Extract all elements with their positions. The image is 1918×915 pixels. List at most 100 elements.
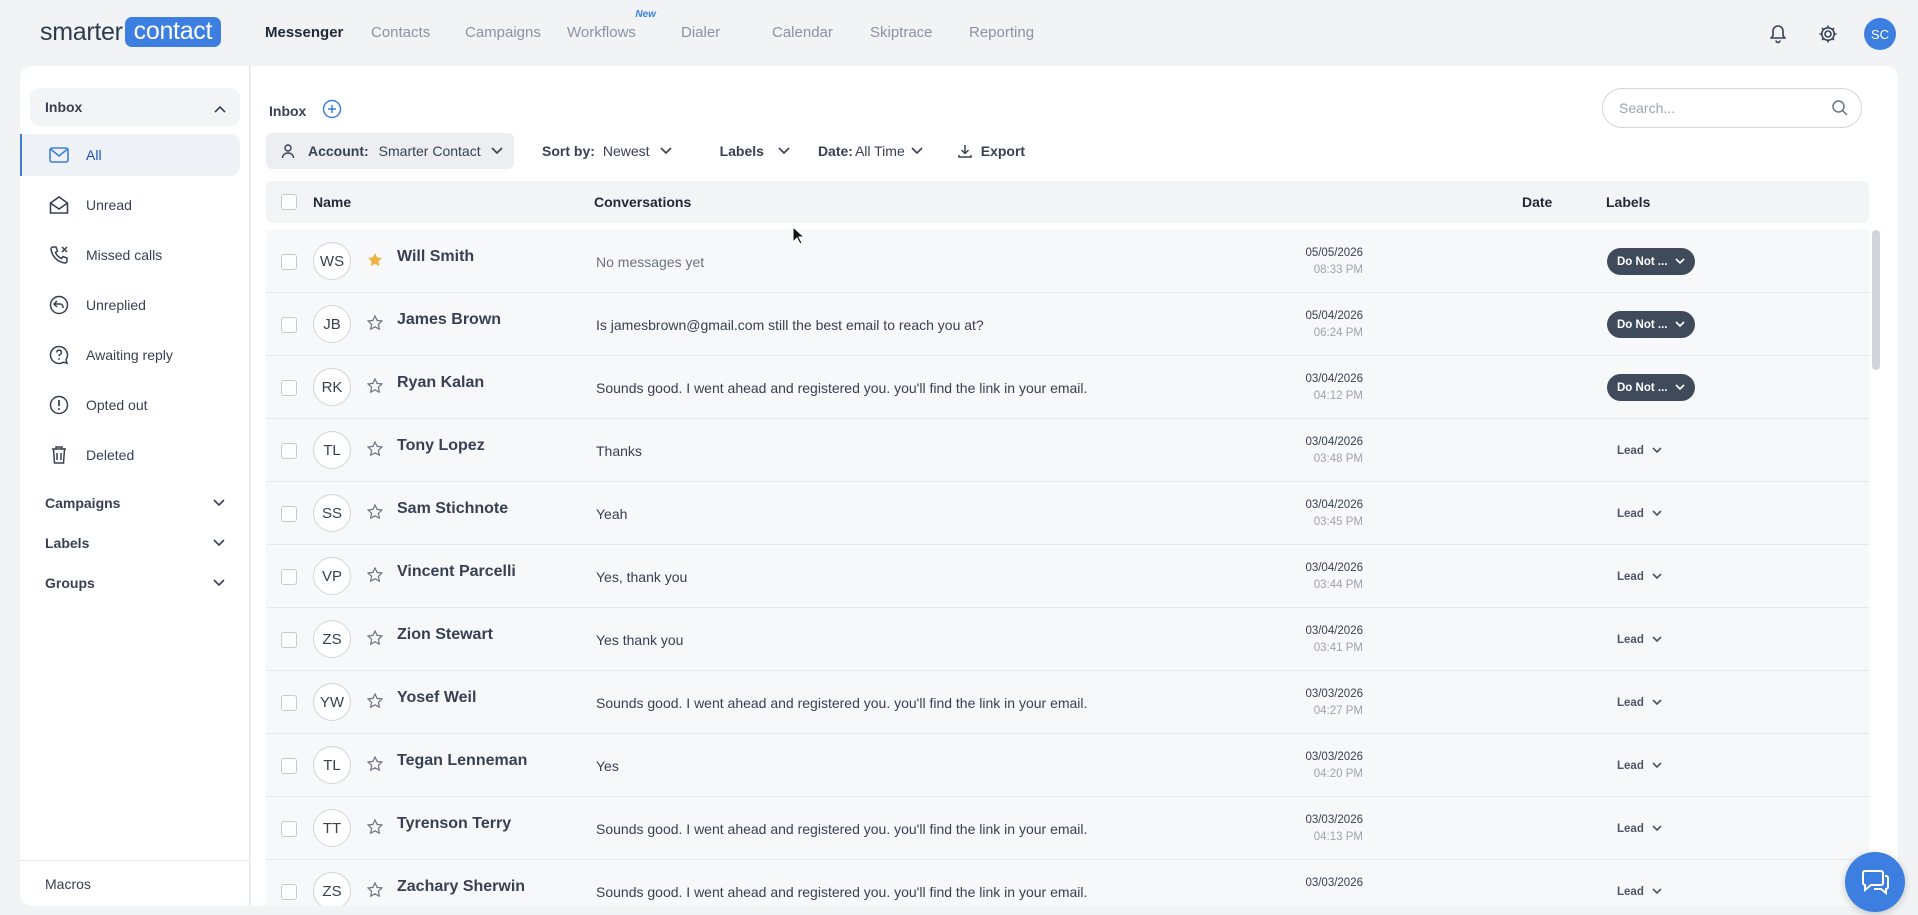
row-checkbox[interactable] <box>281 695 297 711</box>
label-dropdown[interactable]: Do Not ... <box>1607 374 1696 401</box>
contact-name[interactable]: Sam Stichnote <box>397 500 508 518</box>
label-dropdown[interactable]: Do Not ... <box>1607 248 1696 275</box>
star-icon[interactable] <box>366 566 384 588</box>
row-checkbox[interactable] <box>281 380 297 396</box>
table-row[interactable]: TL Tony Lopez Thanks 03/04/2026 03:48 PM Lead <box>266 419 1869 482</box>
contact-name[interactable]: Ryan Kalan <box>397 374 484 392</box>
table-row[interactable]: TT Tyrenson Terry Sounds good. I went ahea… <box>266 797 1869 860</box>
sidebar-item-deleted[interactable]: Deleted <box>20 434 240 476</box>
star-icon[interactable] <box>366 629 384 651</box>
label-dropdown[interactable]: Lead <box>1607 689 1672 716</box>
bell-icon[interactable] <box>1764 20 1792 48</box>
sidebar-item-unread[interactable]: Unread <box>20 184 240 226</box>
sidebar-section-campaigns[interactable]: Campaigns <box>45 495 225 511</box>
table-row[interactable]: YW Yosef Weil Sounds good. I went ahead an… <box>266 671 1869 734</box>
nav-workflows[interactable]: Workflows New <box>567 9 656 41</box>
macros-link[interactable]: Macros <box>20 860 249 906</box>
message-date: 03/04/2026 03:48 PM <box>1266 434 1363 468</box>
table-row[interactable]: ZS Zachary Sherwin Sounds good. I went ahe… <box>266 860 1869 906</box>
star-icon[interactable] <box>366 440 384 462</box>
nav-messenger[interactable]: Messenger <box>265 24 343 41</box>
nav-skiptrace[interactable]: Skiptrace <box>870 24 933 41</box>
row-checkbox[interactable] <box>281 317 297 333</box>
sidebar-section-labels[interactable]: Labels <box>45 535 225 551</box>
search-icon[interactable] <box>1831 99 1849 122</box>
contact-name[interactable]: James Brown <box>397 311 501 329</box>
row-checkbox[interactable] <box>281 884 297 900</box>
nav-campaigns[interactable]: Campaigns <box>465 24 541 41</box>
star-icon[interactable] <box>366 881 384 903</box>
label-dropdown[interactable]: Lead <box>1607 878 1672 905</box>
chevron-down-icon <box>660 147 672 155</box>
star-icon[interactable] <box>366 377 384 399</box>
chat-support-button[interactable] <box>1845 852 1905 912</box>
sidebar-item-opted-out[interactable]: Opted out <box>20 384 240 426</box>
section-label: Labels <box>45 535 90 551</box>
column-name[interactable]: Name <box>313 194 351 210</box>
labels-filter[interactable]: Labels <box>720 143 790 159</box>
contact-name[interactable]: Vincent Parcelli <box>397 563 516 581</box>
sidebar-item-unreplied[interactable]: Unreplied <box>20 284 240 326</box>
search-input[interactable] <box>1619 100 1819 116</box>
label-dropdown[interactable]: Lead <box>1607 500 1672 527</box>
label-dropdown[interactable]: Lead <box>1607 815 1672 842</box>
contact-name[interactable]: Tegan Lenneman <box>397 752 527 770</box>
nav-contacts[interactable]: Contacts <box>371 24 430 41</box>
label-dropdown[interactable]: Lead <box>1607 437 1672 464</box>
table-row[interactable]: SS Sam Stichnote Yeah 03/04/2026 03:45 PM Lea… <box>266 482 1869 545</box>
contact-name[interactable]: Zachary Sherwin <box>397 878 525 896</box>
star-icon[interactable] <box>366 755 384 777</box>
logo[interactable]: smarter contact <box>40 17 222 47</box>
table-row[interactable]: ZS Zion Stewart Yes thank you 03/04/2026 03:… <box>266 608 1869 671</box>
add-circle-icon[interactable] <box>322 99 342 122</box>
column-date[interactable]: Date <box>1522 194 1552 210</box>
row-checkbox[interactable] <box>281 443 297 459</box>
sidebar: Inbox All Unread Missed calls Unreplied Awai… <box>20 66 250 906</box>
table-row[interactable]: WS Will Smith No messages yet 05/05/2026 08:… <box>266 230 1869 293</box>
star-icon[interactable] <box>366 314 384 336</box>
sidebar-item-missed-calls[interactable]: Missed calls <box>20 234 240 276</box>
row-checkbox[interactable] <box>281 632 297 648</box>
nav-calendar[interactable]: Calendar <box>772 24 833 41</box>
row-checkbox[interactable] <box>281 821 297 837</box>
contact-name[interactable]: Yosef Weil <box>397 689 476 707</box>
gear-icon[interactable] <box>1814 20 1842 48</box>
sidebar-section-groups[interactable]: Groups <box>45 575 225 591</box>
sidebar-item-awaiting-reply[interactable]: Awaiting reply <box>20 334 240 376</box>
user-avatar[interactable]: SC <box>1864 18 1896 50</box>
label-dropdown[interactable]: Do Not ... <box>1607 311 1696 338</box>
table-row[interactable]: VP Vincent Parcelli Yes, thank you 03/04/20… <box>266 545 1869 608</box>
table-row[interactable]: JB James Brown Is jamesbrown@gmail.com sti… <box>266 293 1869 356</box>
inbox-toggle[interactable]: Inbox <box>30 88 240 126</box>
row-checkbox[interactable] <box>281 758 297 774</box>
table-row[interactable]: RK Ryan Kalan Sounds good. I went ahead an… <box>266 356 1869 419</box>
scrollbar[interactable] <box>1872 230 1880 370</box>
date-filter[interactable]: Date: All Time <box>818 143 923 159</box>
nav-label: Reporting <box>969 24 1035 41</box>
table-row[interactable]: TL Tegan Lenneman Yes 03/03/2026 04:20 PM Lea… <box>266 734 1869 797</box>
chevron-down-icon <box>1644 445 1662 457</box>
select-all-checkbox[interactable] <box>281 194 297 210</box>
label-dropdown[interactable]: Lead <box>1607 626 1672 653</box>
export-button[interactable]: Export <box>957 143 1025 159</box>
row-checkbox[interactable] <box>281 569 297 585</box>
row-checkbox[interactable] <box>281 506 297 522</box>
nav-dialer[interactable]: Dialer <box>681 24 720 41</box>
contact-name[interactable]: Will Smith <box>397 248 474 266</box>
account-select[interactable]: Account: Smarter Contact <box>266 133 514 169</box>
sidebar-item-all[interactable]: All <box>20 134 240 176</box>
nav-reporting[interactable]: Reporting <box>969 24 1034 41</box>
chevron-down-icon <box>1644 634 1662 646</box>
label-dropdown[interactable]: Lead <box>1607 563 1672 590</box>
nav-label: Dialer <box>681 24 721 41</box>
star-icon[interactable] <box>366 692 384 714</box>
sort-select[interactable]: Sort by: Newest <box>542 143 672 159</box>
contact-name[interactable]: Zion Stewart <box>397 626 493 644</box>
star-icon[interactable] <box>367 252 383 273</box>
star-icon[interactable] <box>366 818 384 840</box>
contact-name[interactable]: Tony Lopez <box>397 437 485 455</box>
label-dropdown[interactable]: Lead <box>1607 752 1672 779</box>
star-icon[interactable] <box>366 503 384 525</box>
row-checkbox[interactable] <box>281 254 297 270</box>
contact-name[interactable]: Tyrenson Terry <box>397 815 511 833</box>
